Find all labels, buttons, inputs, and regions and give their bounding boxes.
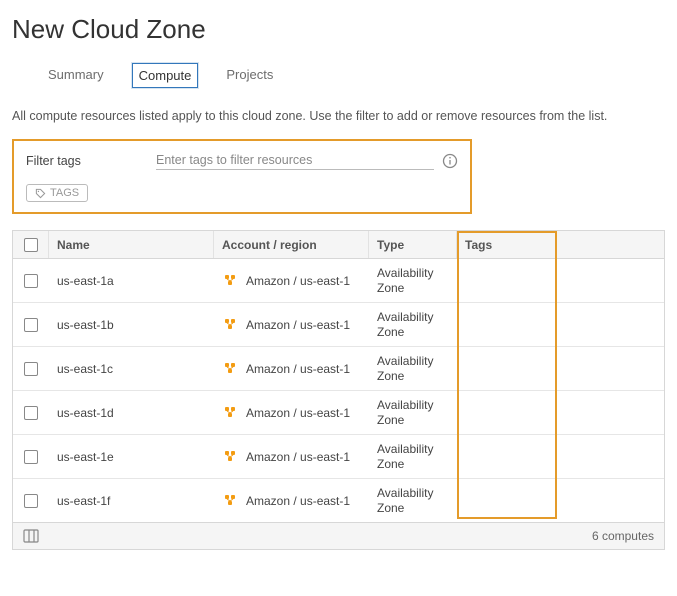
aws-icon: [222, 319, 238, 331]
table-row[interactable]: us-east-1a Amazon / us-east-1 Availability…: [13, 259, 664, 303]
row-name: us-east-1d: [57, 406, 114, 420]
row-checkbox[interactable]: [24, 318, 38, 332]
col-header-account[interactable]: Account / region: [214, 231, 369, 258]
row-name: us-east-1e: [57, 450, 114, 464]
row-name: us-east-1f: [57, 494, 110, 508]
col-header-tags[interactable]: Tags: [457, 231, 557, 258]
row-type: Availability Zone: [377, 398, 449, 427]
row-type: Availability Zone: [377, 310, 449, 339]
row-type: Availability Zone: [377, 442, 449, 471]
page-title: New Cloud Zone: [12, 14, 665, 45]
row-name: us-east-1b: [57, 318, 114, 332]
aws-icon: [222, 495, 238, 507]
table-row[interactable]: us-east-1c Amazon / us-east-1 Availability…: [13, 347, 664, 391]
compute-table: Name Account / region Type Tags us-east-…: [12, 230, 665, 550]
row-count-label: 6 computes: [592, 529, 654, 543]
tags-button-label: TAGS: [50, 187, 79, 199]
tags-button[interactable]: TAGS: [26, 184, 88, 202]
table-row[interactable]: us-east-1e Amazon / us-east-1 Availability…: [13, 435, 664, 479]
filter-tags-input[interactable]: [156, 151, 434, 170]
col-header-type[interactable]: Type: [369, 231, 457, 258]
row-account: Amazon / us-east-1: [246, 494, 350, 508]
info-icon[interactable]: [442, 153, 458, 169]
row-account: Amazon / us-east-1: [246, 274, 350, 288]
row-account: Amazon / us-east-1: [246, 362, 350, 376]
filter-panel: Filter tags TAGS: [12, 139, 472, 214]
description-text: All compute resources listed apply to th…: [12, 109, 665, 123]
row-type: Availability Zone: [377, 354, 449, 383]
row-name: us-east-1c: [57, 362, 113, 376]
table-footer: 6 computes: [13, 523, 664, 549]
table-row[interactable]: us-east-1d Amazon / us-east-1 Availability…: [13, 391, 664, 435]
row-type: Availability Zone: [377, 266, 449, 295]
row-checkbox[interactable]: [24, 362, 38, 376]
row-type: Availability Zone: [377, 486, 449, 515]
row-account: Amazon / us-east-1: [246, 450, 350, 464]
row-checkbox[interactable]: [24, 450, 38, 464]
table-header: Name Account / region Type Tags: [13, 231, 664, 259]
table-row[interactable]: us-east-1f Amazon / us-east-1 Availability…: [13, 479, 664, 523]
aws-icon: [222, 451, 238, 463]
column-toggle-icon[interactable]: [23, 529, 39, 543]
row-name: us-east-1a: [57, 274, 114, 288]
tab-compute[interactable]: Compute: [132, 63, 199, 88]
tabs: Summary Compute Projects: [12, 63, 665, 89]
tab-summary[interactable]: Summary: [42, 63, 110, 88]
aws-icon: [222, 363, 238, 375]
aws-icon: [222, 407, 238, 419]
row-checkbox[interactable]: [24, 494, 38, 508]
row-account: Amazon / us-east-1: [246, 406, 350, 420]
table-row[interactable]: us-east-1b Amazon / us-east-1 Availability…: [13, 303, 664, 347]
select-all-checkbox[interactable]: [24, 238, 38, 252]
filter-label: Filter tags: [26, 154, 156, 168]
col-header-name[interactable]: Name: [49, 231, 214, 258]
tab-projects[interactable]: Projects: [220, 63, 279, 88]
row-checkbox[interactable]: [24, 274, 38, 288]
row-checkbox[interactable]: [24, 406, 38, 420]
row-account: Amazon / us-east-1: [246, 318, 350, 332]
aws-icon: [222, 275, 238, 287]
